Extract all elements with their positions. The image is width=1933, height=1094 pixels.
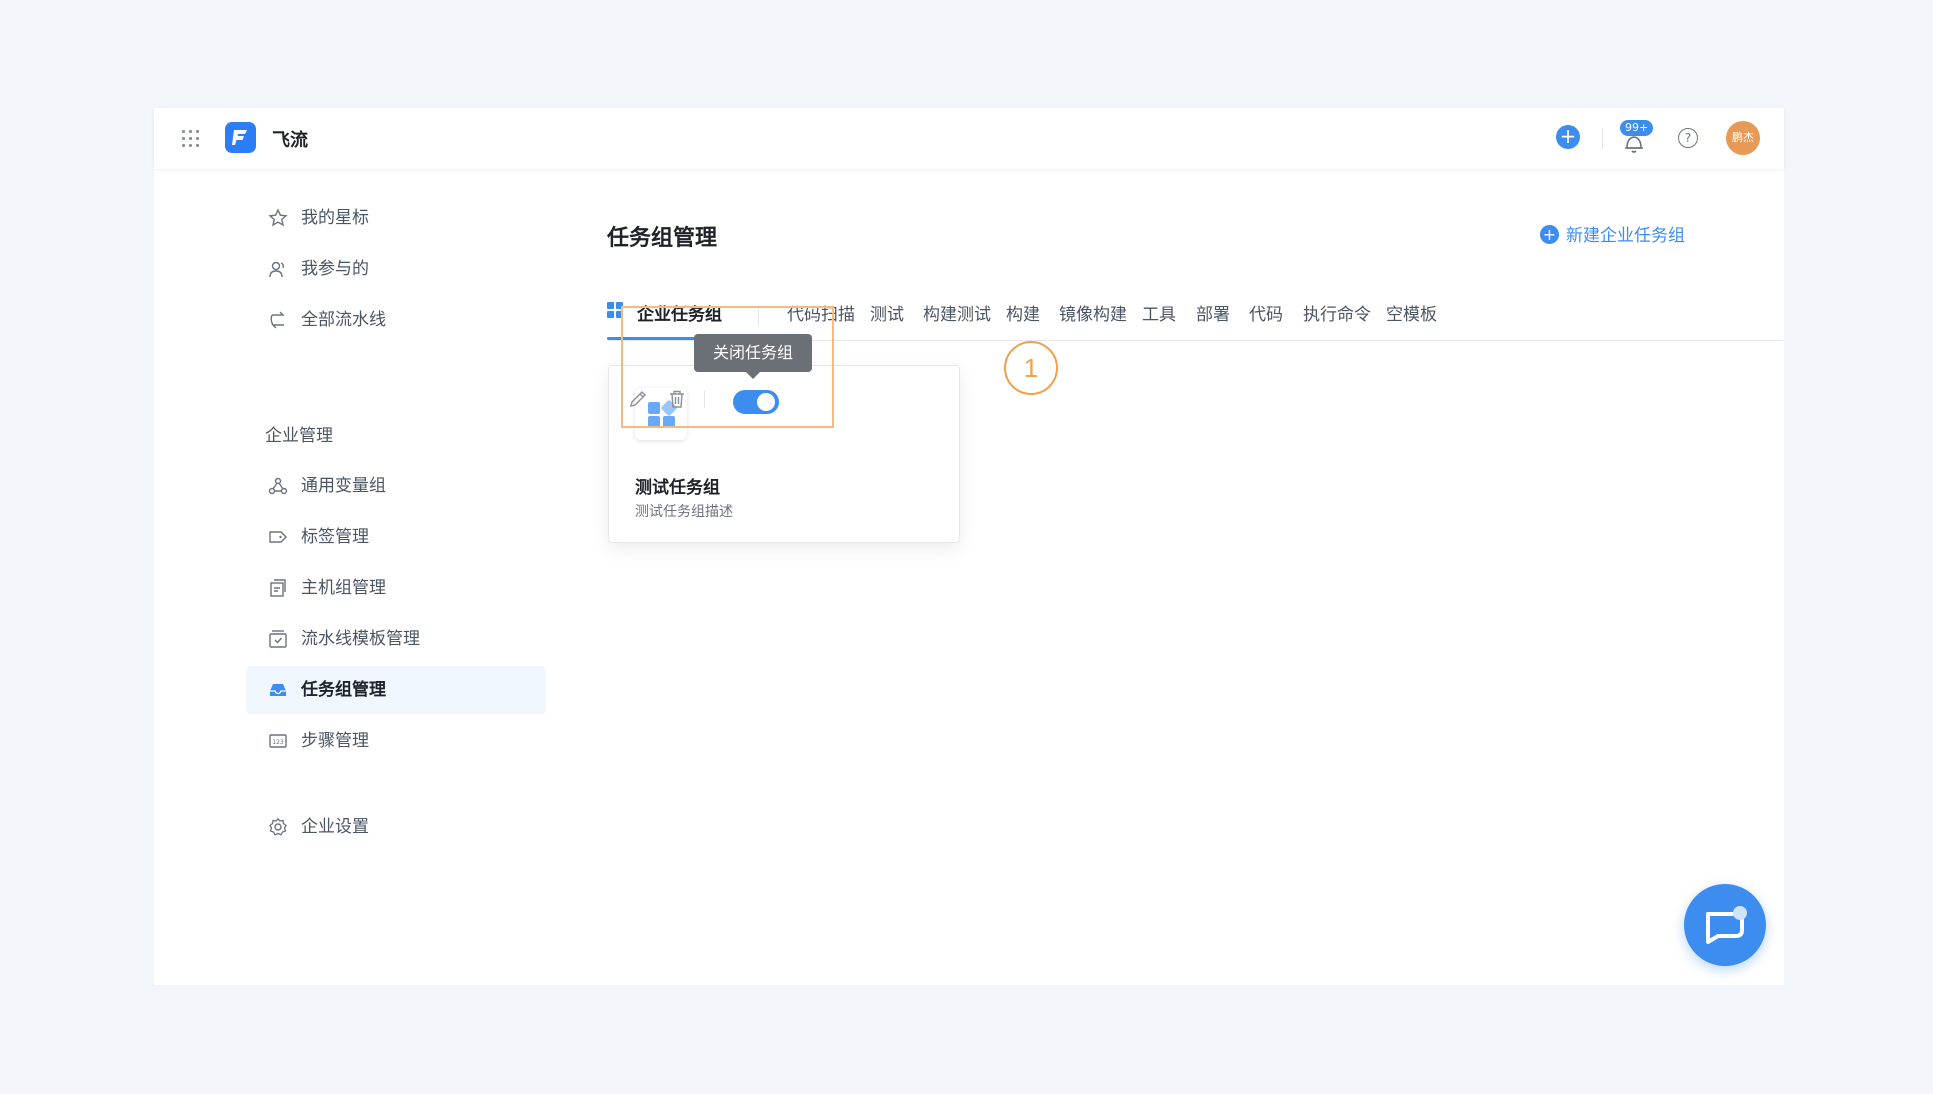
sidebar-item-enterprise-settings[interactable]: 企业设置 [246,803,546,851]
sidebar-item-label: 标签管理 [301,527,369,547]
gear-icon [269,817,287,836]
avatar[interactable]: 鹏杰 [1726,121,1760,155]
action-divider [704,390,705,408]
template-icon [269,630,287,648]
sidebar-item-variable-groups[interactable]: 通用变量组 [246,462,546,510]
pipeline-icon [270,311,285,329]
divider [1602,128,1603,148]
users-icon [269,261,284,278]
sidebar-item-label: 我的星标 [301,208,369,228]
tab-image-build[interactable]: 镜像构建 [1059,300,1127,325]
sidebar-item-task-groups[interactable]: 任务组管理 [246,666,546,714]
app-window: 飞流 + 99+ ? 鹏杰 我的星标 我参与的 全部流水线 企业管理 通用变量组… [154,108,1784,985]
sidebar-item-label: 流水线模板管理 [301,629,420,649]
sidebar-item-label: 主机组管理 [301,578,386,598]
page-title: 任务组管理 [607,226,718,251]
trash-icon[interactable] [666,388,688,410]
task-group-toggle[interactable] [733,390,779,414]
sidebar-item-label: 全部流水线 [301,310,386,330]
tab-code[interactable]: 代码 [1249,300,1283,325]
sidebar-item-starred[interactable]: 我的星标 [246,194,546,242]
tab-execute-command[interactable]: 执行命令 [1303,300,1371,325]
chat-button[interactable] [1684,884,1766,966]
variable-group-icon [268,477,288,495]
tooltip: 关闭任务组 [694,334,812,379]
tab-empty-template[interactable]: 空模板 [1386,300,1437,325]
steps-icon: 123 [269,734,287,748]
sidebar-item-label: 通用变量组 [301,476,386,496]
edit-icon[interactable] [627,388,649,410]
notification-badge: 99+ [1620,120,1654,136]
tab-tools[interactable]: 工具 [1142,300,1176,325]
add-icon[interactable]: + [1556,125,1580,149]
step-marker: 1 [1004,341,1058,395]
sidebar-item-label: 步骤管理 [301,731,369,751]
plus-circle-icon: + [1540,225,1559,244]
top-bar: 飞流 + 99+ ? 鹏杰 [154,108,1784,169]
svg-text:123: 123 [272,739,284,746]
sidebar-item-host-groups[interactable]: 主机组管理 [246,564,546,612]
star-icon [268,208,288,227]
sidebar-item-label: 企业设置 [301,817,369,837]
new-task-group-button[interactable]: + 新建企业任务组 [1540,221,1685,246]
tab-test[interactable]: 测试 [870,300,904,325]
sidebar-item-tags[interactable]: 标签管理 [246,513,546,561]
inbox-icon [270,684,286,696]
sidebar-item-label: 我参与的 [301,259,369,279]
card-description: 测试任务组描述 [635,504,733,520]
tag-icon [269,531,287,543]
tab-build-test[interactable]: 构建测试 [923,300,991,325]
toggle-knob [757,393,775,411]
notification-button[interactable]: 99+ [1614,120,1654,158]
sidebar-item-steps[interactable]: 123 步骤管理 [246,717,546,765]
sidebar-item-pipeline-templates[interactable]: 流水线模板管理 [246,615,546,663]
sidebar-item-all-pipelines[interactable]: 全部流水线 [246,296,546,344]
tab-deploy[interactable]: 部署 [1196,300,1230,325]
chat-icon [1706,906,1747,944]
sidebar-item-label: 任务组管理 [301,680,386,700]
logo-icon[interactable] [225,122,256,153]
host-group-icon [270,579,286,597]
sidebar-item-participated[interactable]: 我参与的 [246,245,546,293]
sidebar-section-title: 企业管理 [265,426,333,446]
app-grid-icon[interactable] [182,130,202,150]
app-name: 飞流 [272,130,308,151]
new-task-group-label: 新建企业任务组 [1566,226,1685,246]
card-title: 测试任务组 [635,478,720,498]
tab-build[interactable]: 构建 [1006,300,1040,325]
help-icon[interactable]: ? [1678,128,1698,148]
